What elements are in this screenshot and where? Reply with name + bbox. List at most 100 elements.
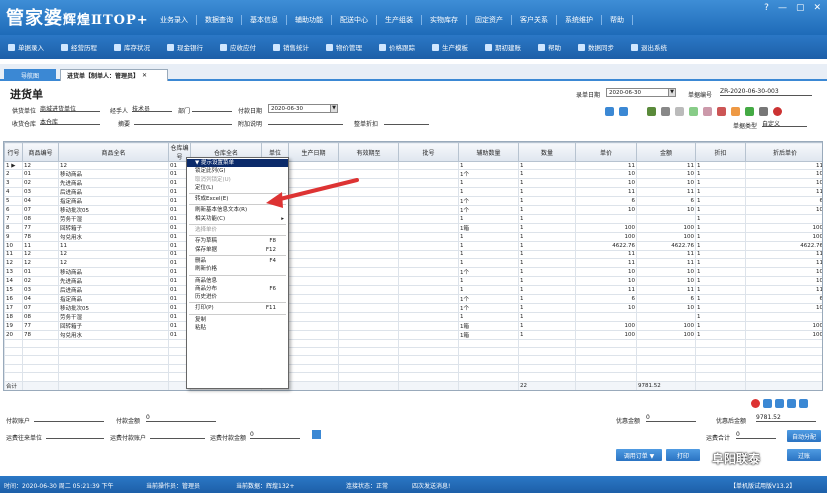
column-header-8[interactable]: 批号 bbox=[398, 142, 459, 162]
table-cell[interactable]: 1箱 bbox=[458, 223, 519, 234]
column-header-11[interactable]: 单价 bbox=[575, 142, 637, 162]
table-cell[interactable] bbox=[398, 232, 459, 243]
context-menu-item-1[interactable]: 锁定此列(G) bbox=[187, 167, 288, 175]
table-cell[interactable]: 02 bbox=[22, 275, 59, 286]
context-menu-item-22[interactable]: 打印(P) F11 bbox=[187, 304, 288, 312]
table-cell[interactable]: 11 bbox=[636, 284, 696, 295]
table-cell[interactable]: 1 bbox=[518, 266, 576, 277]
table-row[interactable]: 4 03 后进商品 01 1 1 11 11 1 11 bbox=[4, 187, 822, 198]
table-row[interactable]: 7 08 劳务干湿 01 1 1 1 bbox=[4, 214, 822, 225]
table-cell[interactable]: 11 bbox=[745, 160, 822, 171]
after-discount-field[interactable]: 9781.52 bbox=[756, 414, 816, 422]
table-cell[interactable]: 1 bbox=[695, 232, 746, 243]
table-cell[interactable]: 9 bbox=[4, 232, 23, 243]
table-cell[interactable]: 1 bbox=[695, 275, 746, 286]
table-cell[interactable]: 1 bbox=[518, 178, 576, 189]
pay-account-field[interactable] bbox=[34, 414, 104, 422]
column-header-9[interactable]: 辅助数量 bbox=[458, 142, 519, 162]
table-cell[interactable]: 14 bbox=[4, 275, 23, 286]
table-cell[interactable] bbox=[338, 232, 399, 243]
table-cell[interactable]: 11 bbox=[636, 249, 696, 260]
supplier-field[interactable]: 商城进货单位 bbox=[40, 104, 100, 113]
table-cell[interactable] bbox=[398, 169, 459, 180]
table-cell[interactable] bbox=[338, 293, 399, 304]
arrow-right-icon[interactable] bbox=[619, 107, 628, 116]
window-button-2[interactable]: ▢ bbox=[796, 3, 805, 13]
menu-item-9[interactable]: 系统维护 bbox=[557, 15, 602, 25]
table-cell[interactable]: 100 bbox=[745, 320, 822, 331]
tab-purchase-doc[interactable]: 进货单【制单人：管理员】 ✕ bbox=[60, 69, 168, 81]
table-cell[interactable]: 指定商品 bbox=[58, 293, 169, 304]
table-cell[interactable]: 08 bbox=[22, 311, 59, 322]
table-cell[interactable]: 1 bbox=[518, 169, 576, 180]
table-cell[interactable]: 1 bbox=[695, 241, 746, 251]
table-cell[interactable]: 11 bbox=[636, 160, 696, 171]
table-cell[interactable]: 13 bbox=[4, 266, 23, 277]
leaf-icon[interactable] bbox=[745, 107, 754, 116]
table-row[interactable]: 5 04 指定商品 01 1个 1 6 6 1 6 bbox=[4, 196, 822, 207]
table-cell[interactable]: 1 bbox=[518, 249, 576, 260]
table-row[interactable]: 3 02 先进商品 01 1 1 10 10 1 10 bbox=[4, 178, 822, 189]
table-cell[interactable]: 11 bbox=[745, 258, 822, 268]
table-cell[interactable]: 1 bbox=[518, 275, 576, 286]
table-cell[interactable] bbox=[398, 178, 459, 189]
table-cell[interactable] bbox=[288, 275, 339, 286]
toolbar-item-5[interactable]: 销售统计 bbox=[273, 42, 309, 52]
table-cell[interactable]: 11 bbox=[58, 241, 169, 251]
close-icon[interactable]: ✕ bbox=[142, 72, 147, 79]
load-order-button[interactable]: 调用订单 ▼ bbox=[616, 449, 662, 461]
table-cell[interactable]: 1个 bbox=[458, 293, 519, 304]
table-cell[interactable]: 12 bbox=[22, 160, 59, 171]
toolbar-item-7[interactable]: 价格跟踪 bbox=[379, 42, 415, 52]
table-cell[interactable]: 03 bbox=[22, 187, 59, 198]
table-cell[interactable]: 1 bbox=[695, 311, 746, 322]
table-cell[interactable]: 100 bbox=[575, 329, 637, 340]
table-cell[interactable]: 7 bbox=[4, 214, 23, 225]
table-cell[interactable] bbox=[288, 223, 339, 234]
table-cell[interactable]: 1 bbox=[458, 178, 519, 189]
table-cell[interactable]: 01 bbox=[22, 169, 59, 180]
table-cell[interactable] bbox=[398, 223, 459, 234]
column-header-0[interactable]: 行号 bbox=[4, 142, 23, 162]
table-row[interactable]: 13 01 移动商品 01 1个 1 10 10 1 10 bbox=[4, 266, 822, 277]
help-icon[interactable] bbox=[799, 399, 808, 408]
table-cell[interactable] bbox=[636, 214, 696, 225]
table-cell[interactable]: 移动批次05 bbox=[58, 205, 169, 216]
table-row[interactable]: 1 ▶ 12 12 01 1 1 11 11 1 11 bbox=[4, 160, 822, 171]
table-cell[interactable] bbox=[288, 302, 339, 313]
menu-item-0[interactable]: 业务录入 bbox=[152, 15, 197, 25]
table-cell[interactable]: 12 bbox=[58, 249, 169, 260]
table-cell[interactable]: 1 bbox=[518, 205, 576, 216]
table-cell[interactable]: 1 bbox=[458, 311, 519, 322]
table-cell[interactable] bbox=[288, 329, 339, 340]
table-cell[interactable]: 1 ▶ bbox=[4, 160, 23, 171]
table-cell[interactable]: 1 bbox=[695, 187, 746, 198]
menu-item-1[interactable]: 数据查询 bbox=[197, 15, 242, 25]
table-cell[interactable]: 11 bbox=[575, 258, 637, 268]
table-cell[interactable] bbox=[398, 196, 459, 207]
table-cell[interactable]: 04 bbox=[22, 293, 59, 304]
table-cell[interactable]: 10 bbox=[636, 266, 696, 277]
context-menu-item-16[interactable]: 刷新价格 bbox=[187, 265, 288, 273]
menu-item-10[interactable]: 帮助 bbox=[602, 15, 633, 25]
table-row[interactable]: 17 07 移动批次05 01 1个 1 10 10 1 10 bbox=[4, 302, 822, 313]
table-cell[interactable]: 后进商品 bbox=[58, 187, 169, 198]
table-cell[interactable] bbox=[288, 160, 339, 171]
table-cell[interactable] bbox=[398, 275, 459, 286]
table-row[interactable]: 11 12 12 01 1 1 11 11 1 11 bbox=[4, 249, 822, 260]
table-cell[interactable]: 10 bbox=[636, 302, 696, 313]
table-cell[interactable]: 6 bbox=[575, 196, 637, 207]
record-date-field[interactable]: 2020-06-30 ▼ bbox=[606, 88, 676, 97]
table-cell[interactable]: 18 bbox=[4, 311, 23, 322]
table-cell[interactable]: 12 bbox=[22, 249, 59, 260]
table-cell[interactable]: 100 bbox=[636, 232, 696, 243]
table-cell[interactable] bbox=[575, 311, 637, 322]
table-cell[interactable]: 12 bbox=[58, 160, 169, 171]
column-header-14[interactable]: 折后单价 bbox=[745, 142, 822, 162]
column-header-6[interactable]: 生产日期 bbox=[288, 142, 339, 162]
table-cell[interactable]: 11 bbox=[636, 258, 696, 268]
table-cell[interactable]: 勾兑用水 bbox=[58, 232, 169, 243]
table-row[interactable]: 19 77 回转箱子 01 1箱 1 100 100 1 100 bbox=[4, 320, 822, 331]
table-cell[interactable]: 1 bbox=[518, 223, 576, 234]
table-cell[interactable]: 10 bbox=[745, 205, 822, 216]
